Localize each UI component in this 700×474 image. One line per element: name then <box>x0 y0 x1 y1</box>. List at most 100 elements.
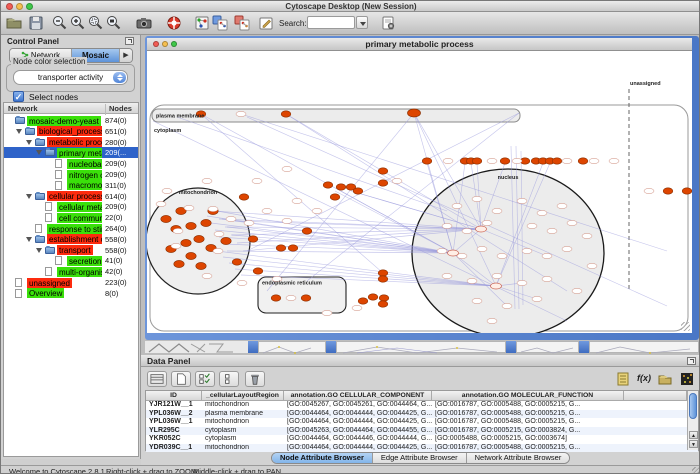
network-node[interactable] <box>162 188 172 193</box>
network-node[interactable] <box>472 158 482 164</box>
network-node[interactable] <box>330 194 340 200</box>
network-node[interactable] <box>487 318 497 323</box>
table-row[interactable]: YPL036W__1mitochondrion[GO:0044464, GO:0… <box>146 418 698 427</box>
network-node[interactable] <box>302 228 312 234</box>
tree-node-label[interactable]: response to stimulu <box>47 224 102 234</box>
network-node[interactable] <box>502 303 512 308</box>
tree-node-label[interactable]: unassigned <box>27 278 72 288</box>
tree-row[interactable]: cellular metabo209(0) <box>4 201 138 212</box>
float-panel-icon[interactable] <box>687 357 696 365</box>
network-node[interactable] <box>644 188 654 193</box>
column-header[interactable]: ID <box>146 391 202 401</box>
net-close-button[interactable] <box>153 41 159 47</box>
import-attributes-icon[interactable] <box>657 371 673 387</box>
network-node[interactable] <box>542 253 552 258</box>
network-node[interactable] <box>437 248 447 253</box>
table-row[interactable]: YKR052Ccytoplasm[GO:0044464, GO:0044446,… <box>146 435 698 444</box>
network-node[interactable] <box>442 273 452 278</box>
tab-node-attribute-browser[interactable]: Node Attribute Browser <box>272 453 373 463</box>
network-node[interactable] <box>286 295 296 300</box>
network-node[interactable] <box>186 252 196 259</box>
tab-network-attribute-browser[interactable]: Network Attribute Browser <box>467 453 570 463</box>
network-node[interactable] <box>492 273 502 278</box>
tree-node-label[interactable]: primary metabo <box>57 148 102 158</box>
tree-row[interactable]: nucleobase-209(0) <box>4 158 138 169</box>
zoom-selected-icon[interactable] <box>87 14 105 32</box>
network-node[interactable] <box>422 158 432 164</box>
tree-row[interactable]: nitrogen compo209(0) <box>4 169 138 180</box>
minimized-window-divider[interactable] <box>579 341 589 353</box>
network-node[interactable] <box>208 206 218 211</box>
network-node[interactable] <box>587 263 597 268</box>
network-node[interactable] <box>312 208 322 213</box>
network-node[interactable] <box>323 182 333 188</box>
tree-node-label[interactable]: nucleobase- <box>67 159 102 169</box>
search-input[interactable] <box>307 16 355 29</box>
network-node[interactable] <box>237 280 247 285</box>
tree-node-label[interactable]: cellular process <box>47 191 102 201</box>
create-attribute-icon[interactable] <box>171 371 191 387</box>
network-node[interactable] <box>567 220 577 225</box>
network-node[interactable] <box>542 276 552 281</box>
network-node[interactable] <box>288 245 298 251</box>
tree-row[interactable]: unassigned223(0) <box>4 277 138 288</box>
snapshot-icon[interactable] <box>135 14 153 32</box>
network-node[interactable] <box>487 158 497 163</box>
network-node[interactable] <box>358 298 368 304</box>
network-node[interactable] <box>378 270 388 276</box>
network-node[interactable] <box>221 237 231 244</box>
network-node[interactable] <box>271 295 281 301</box>
scroll-up-arrow[interactable]: ▲ <box>689 431 698 439</box>
network-node[interactable] <box>497 253 507 258</box>
network-node[interactable] <box>352 305 362 310</box>
help-icon[interactable] <box>165 14 183 32</box>
column-header[interactable]: annotation.GO CELLULAR_COMPONENT <box>284 391 432 401</box>
zoom-button[interactable] <box>26 3 33 10</box>
zoom-fit-icon[interactable] <box>105 14 123 32</box>
network-node[interactable] <box>532 296 542 301</box>
network-node[interactable] <box>492 208 502 213</box>
network-node[interactable] <box>572 288 582 293</box>
column-header[interactable]: annotation.GO MOLECULAR_FUNCTION <box>432 391 624 401</box>
table-scrollbar[interactable]: ▲ ▼ <box>687 391 698 450</box>
network-node[interactable] <box>236 111 246 116</box>
network-node[interactable] <box>171 243 181 248</box>
network-node[interactable] <box>281 111 291 117</box>
expander-icon[interactable] <box>26 140 32 145</box>
tree-row[interactable]: primary metabo209(... <box>4 147 138 158</box>
network-node[interactable] <box>282 218 292 223</box>
annotation-icon[interactable] <box>257 14 275 32</box>
minimized-window-divider[interactable] <box>506 341 516 353</box>
network-node[interactable] <box>578 158 588 164</box>
minimized-window-5[interactable] <box>589 341 699 353</box>
notes-icon[interactable] <box>615 371 631 387</box>
network-node[interactable] <box>482 220 492 225</box>
network-node[interactable] <box>161 215 171 222</box>
open-icon[interactable] <box>5 14 23 32</box>
network-node[interactable] <box>196 262 206 269</box>
canvas-resize-grip[interactable] <box>681 322 690 331</box>
network-node[interactable] <box>522 248 532 253</box>
network-node[interactable] <box>276 245 286 251</box>
network-node[interactable] <box>462 228 472 233</box>
vizmapper-icon[interactable] <box>193 14 211 32</box>
network-node[interactable] <box>392 178 402 183</box>
network-node[interactable] <box>368 294 378 300</box>
network-node[interactable] <box>232 259 242 265</box>
search-dropdown-button[interactable] <box>356 16 368 29</box>
network-node[interactable] <box>527 223 537 228</box>
network-node[interactable] <box>262 208 272 213</box>
unselect-attributes-icon[interactable] <box>219 371 239 387</box>
zoom-in-icon[interactable] <box>69 14 87 32</box>
network-node[interactable] <box>378 180 388 186</box>
network-node[interactable] <box>547 228 557 233</box>
network-node[interactable] <box>512 158 522 163</box>
network-node[interactable] <box>562 246 572 251</box>
network-node[interactable] <box>378 168 388 174</box>
network-node[interactable] <box>173 228 183 233</box>
tree-row[interactable]: cell communicat22(0) <box>4 212 138 223</box>
minimized-window-1[interactable] <box>145 341 248 353</box>
network-node[interactable] <box>491 283 502 289</box>
tree-node-label[interactable]: biological_process <box>37 126 102 136</box>
close-button[interactable] <box>6 3 13 10</box>
